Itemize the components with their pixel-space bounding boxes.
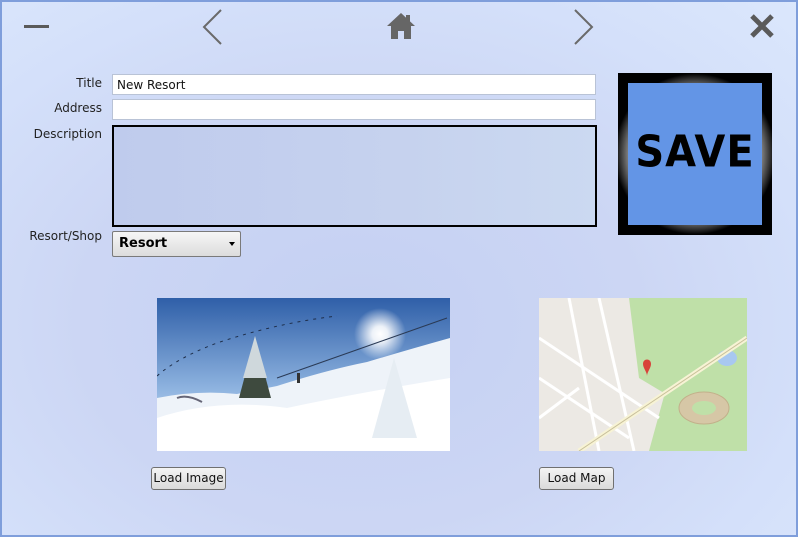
load-image-button[interactable]: Load Image	[151, 467, 226, 490]
chevron-left-icon[interactable]	[200, 8, 226, 46]
chevron-down-icon	[229, 242, 235, 246]
title-input[interactable]	[112, 74, 596, 95]
description-label: Description	[33, 127, 102, 141]
resort-image	[157, 298, 450, 451]
load-map-button[interactable]: Load Map	[539, 467, 614, 490]
save-button-label: SAVE	[635, 126, 755, 178]
chevron-right-icon[interactable]	[570, 8, 596, 46]
home-icon[interactable]	[386, 11, 416, 41]
description-textarea[interactable]	[112, 125, 597, 227]
resort-shop-select[interactable]: Resort	[112, 231, 241, 257]
app-window: Title Address Description Resort/Shop Re…	[0, 0, 798, 537]
resort-shop-label: Resort/Shop	[29, 229, 102, 243]
address-input[interactable]	[112, 99, 596, 120]
minimize-icon[interactable]	[22, 16, 52, 36]
resort-shop-selected-value: Resort	[119, 236, 168, 251]
close-icon[interactable]	[748, 12, 776, 40]
resort-map[interactable]	[539, 298, 747, 451]
save-button-face: SAVE	[628, 83, 762, 225]
save-button[interactable]: SAVE	[618, 73, 772, 235]
title-label: Title	[76, 76, 102, 90]
address-label: Address	[54, 101, 102, 115]
